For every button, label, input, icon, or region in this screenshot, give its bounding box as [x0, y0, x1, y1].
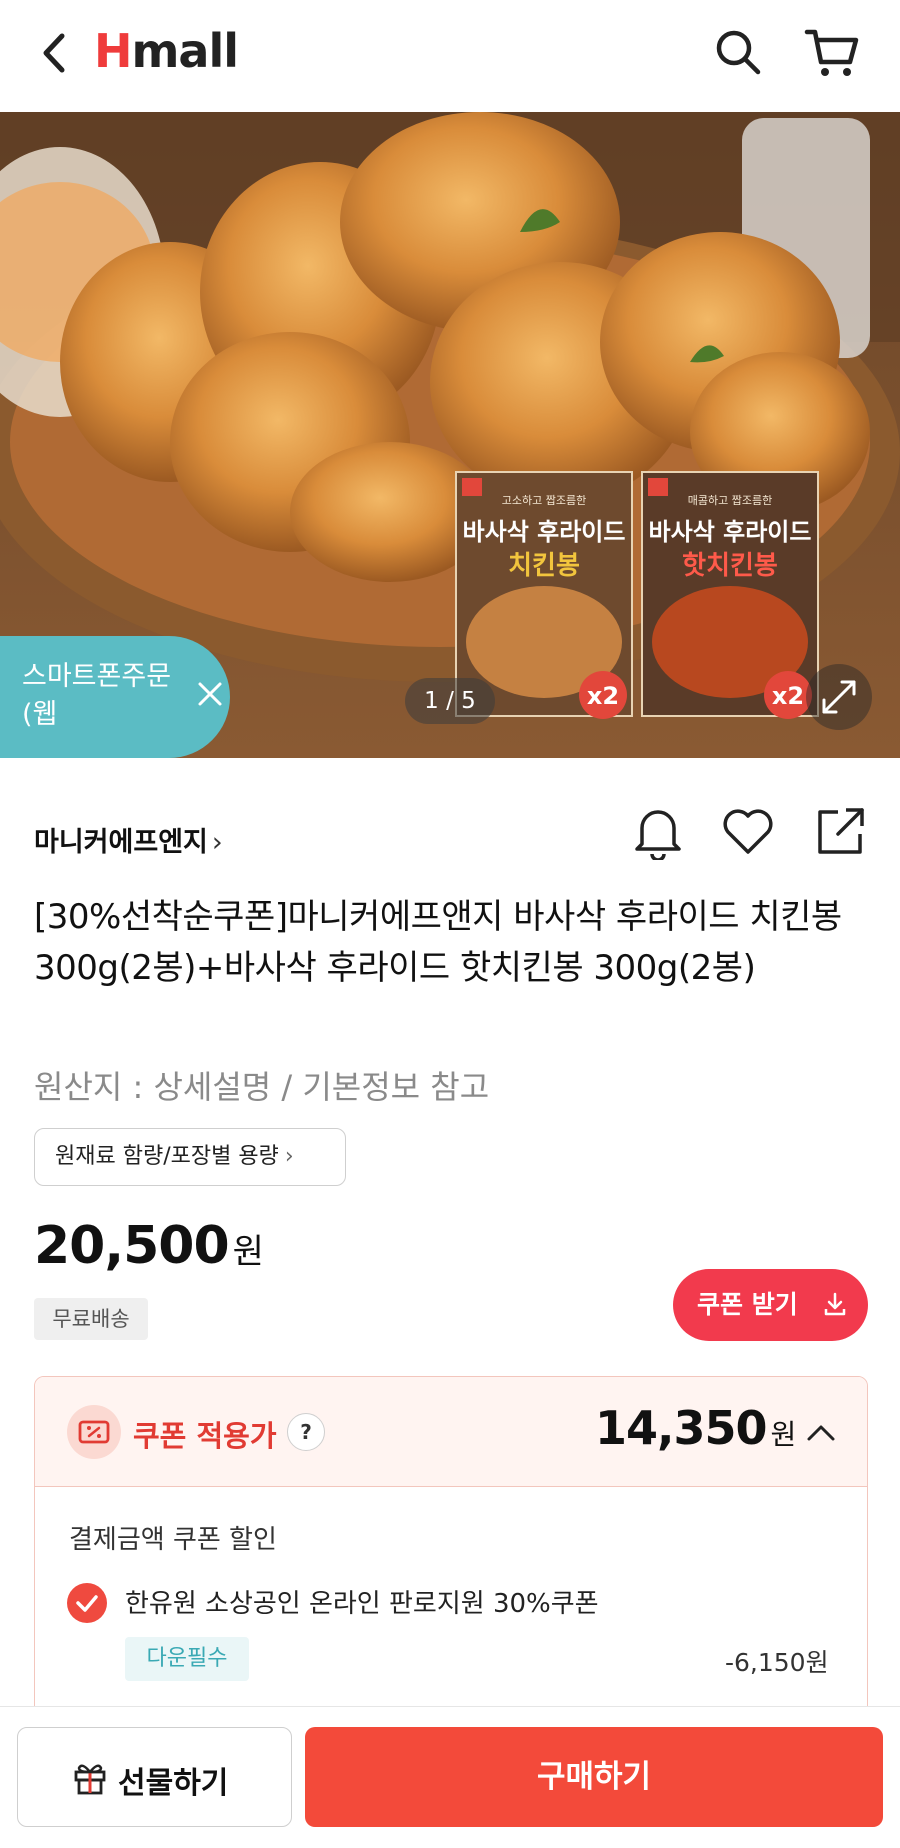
- search-button[interactable]: [712, 26, 764, 78]
- chevron-right-icon: ›: [211, 827, 223, 858]
- heart-icon: [723, 809, 773, 854]
- discount-amount: -6,150원: [725, 1648, 829, 1677]
- package-2-tagline: 매콤하고 짭조름한: [688, 493, 772, 507]
- bottom-action-bar: 선물하기 구매하기: [0, 1706, 900, 1848]
- coupon-price-label: 쿠폰 적용가: [133, 1419, 277, 1453]
- get-coupon-button[interactable]: 쿠폰 받기: [673, 1269, 868, 1341]
- coupon-price-unit: 원: [770, 1418, 797, 1451]
- hmall-logo[interactable]: Hmall: [94, 24, 239, 78]
- brand-link[interactable]: 마니커에프엔지 ›: [34, 820, 223, 859]
- smartphone-order-badge[interactable]: 스마트폰주문 (웹: [0, 636, 230, 758]
- coupon-checkbox[interactable]: [67, 1583, 107, 1623]
- cart-button[interactable]: [804, 26, 860, 78]
- product-title: [30%선착순쿠폰]마니커에프앤지 바사삭 후라이드 치킨봉 300g(2봉)+…: [34, 897, 842, 988]
- cart-icon: [804, 29, 859, 76]
- collapse-button[interactable]: [803, 1417, 839, 1447]
- coupon-price-value: 14,350: [595, 1401, 768, 1455]
- app-header: Hmall: [0, 0, 900, 112]
- get-coupon-label: 쿠폰 받기: [697, 1290, 798, 1319]
- smart-badge-close-button[interactable]: [196, 680, 224, 708]
- package-2-multiplier: x2: [772, 682, 804, 710]
- back-button[interactable]: [34, 28, 78, 78]
- package-1-multiplier: x2: [587, 682, 619, 710]
- coupon-price: 14,350 원: [595, 1401, 797, 1455]
- download-icon: [824, 1292, 846, 1316]
- ingredient-info-button[interactable]: 원재료 함량/포장별 용량 ›: [34, 1128, 346, 1186]
- search-icon: [716, 30, 761, 75]
- coupon-help-button[interactable]: ?: [287, 1413, 325, 1451]
- package-1-name-line1: 바사삭 후라이드: [463, 518, 626, 546]
- product-image-carousel[interactable]: 고소하고 짭조름한 바사삭 후라이드 치킨봉 x2 매콤하고 짭조름한 바사삭 …: [0, 112, 900, 758]
- coupon-icon: [67, 1405, 121, 1459]
- gift-label: 선물하기: [118, 1766, 229, 1801]
- coupon-name: 한유원 소상공인 온라인 판로지원 30%쿠폰: [125, 1589, 599, 1619]
- check-icon: [76, 1595, 98, 1612]
- buy-button[interactable]: 구매하기: [305, 1727, 883, 1827]
- discount-section-title: 결제금액 쿠폰 할인: [69, 1525, 277, 1555]
- chevron-left-icon: [43, 33, 65, 73]
- chevron-up-icon: [807, 1425, 835, 1441]
- origin-info: 원산지 : 상세설명 / 기본정보 참고: [34, 1068, 490, 1106]
- package-1-tagline: 고소하고 짭조름한: [502, 493, 586, 507]
- chevron-right-icon: ›: [284, 1144, 294, 1169]
- image-pager: 1 / 5: [405, 678, 495, 724]
- gift-button[interactable]: 선물하기: [17, 1727, 292, 1827]
- expand-image-button[interactable]: [806, 664, 872, 730]
- gift-icon: [74, 1764, 106, 1795]
- wishlist-button[interactable]: [720, 806, 776, 858]
- price-value: 20,500: [34, 1216, 230, 1276]
- coupon-panel-header[interactable]: 쿠폰 적용가 ? 14,350 원: [35, 1377, 867, 1487]
- product-price: 20,500 원: [34, 1216, 264, 1276]
- share-icon: [818, 808, 864, 854]
- package-2-name-line2: 핫치킨봉: [682, 551, 778, 581]
- coupon-price-panel: 쿠폰 적용가 ? 14,350 원 결제금액 쿠폰 할인 한유원 소상공인 온라인…: [34, 1376, 868, 1716]
- free-shipping-badge: 무료배송: [34, 1298, 148, 1340]
- brand-name: 마니커에프엔지: [34, 827, 208, 858]
- ingredient-info-label: 원재료 함량/포장별 용량: [55, 1144, 279, 1169]
- download-required-tag: 다운필수: [125, 1637, 249, 1681]
- package-1-name-line2: 치킨봉: [508, 551, 580, 581]
- expand-icon: [806, 664, 872, 730]
- bell-icon: [635, 810, 681, 862]
- price-unit: 원: [232, 1232, 264, 1272]
- package-2-name-line1: 바사삭 후라이드: [649, 518, 812, 546]
- close-icon: [198, 682, 222, 706]
- share-button[interactable]: [814, 804, 868, 858]
- notification-button[interactable]: [632, 804, 684, 862]
